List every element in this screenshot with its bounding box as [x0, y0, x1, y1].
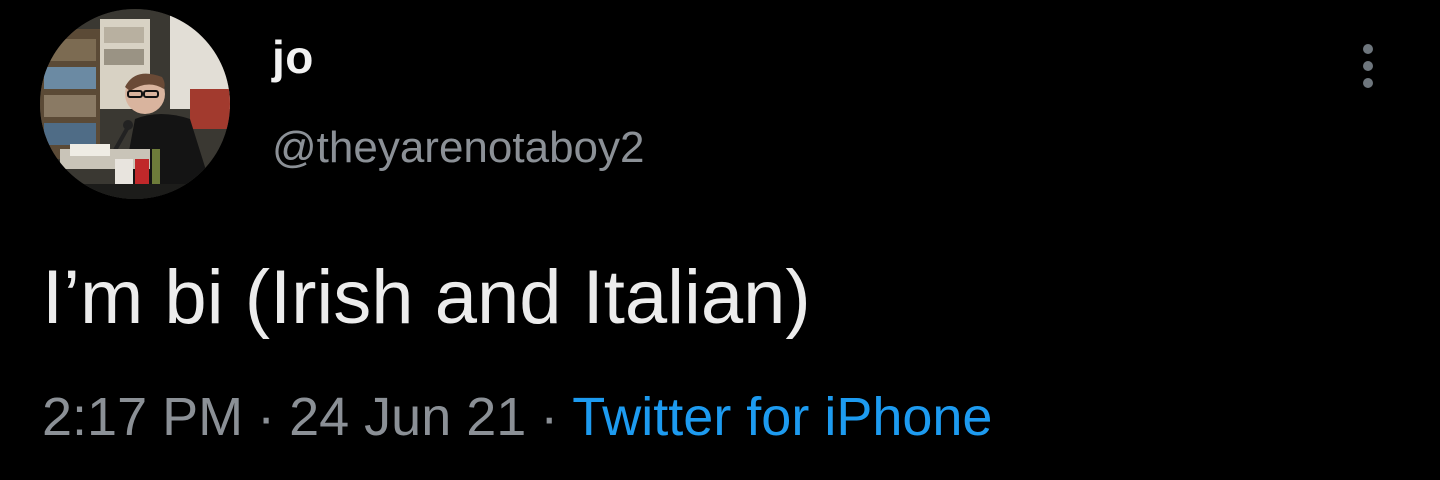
- more-options-button[interactable]: [1346, 40, 1390, 92]
- meta-separator: ·: [540, 387, 559, 447]
- avatar-photo: [40, 9, 230, 199]
- more-vertical-icon: [1363, 61, 1373, 71]
- tweet: jo @theyarenotaboy2 I’m bi (Irish and It…: [0, 0, 1440, 480]
- more-vertical-icon: [1363, 78, 1373, 88]
- display-name[interactable]: jo: [272, 34, 314, 80]
- meta-separator: ·: [257, 387, 276, 447]
- tweet-date[interactable]: 24 Jun 21: [289, 387, 526, 447]
- tweet-source-link[interactable]: Twitter for iPhone: [572, 387, 992, 447]
- tweet-time[interactable]: 2:17 PM: [42, 387, 243, 447]
- more-vertical-icon: [1363, 44, 1373, 54]
- tweet-text: I’m bi (Irish and Italian): [42, 255, 811, 340]
- user-handle[interactable]: @theyarenotaboy2: [272, 126, 644, 170]
- tweet-meta: 2:17 PM · 24 Jun 21 · Twitter for iPhone: [42, 387, 992, 447]
- avatar[interactable]: [40, 9, 230, 199]
